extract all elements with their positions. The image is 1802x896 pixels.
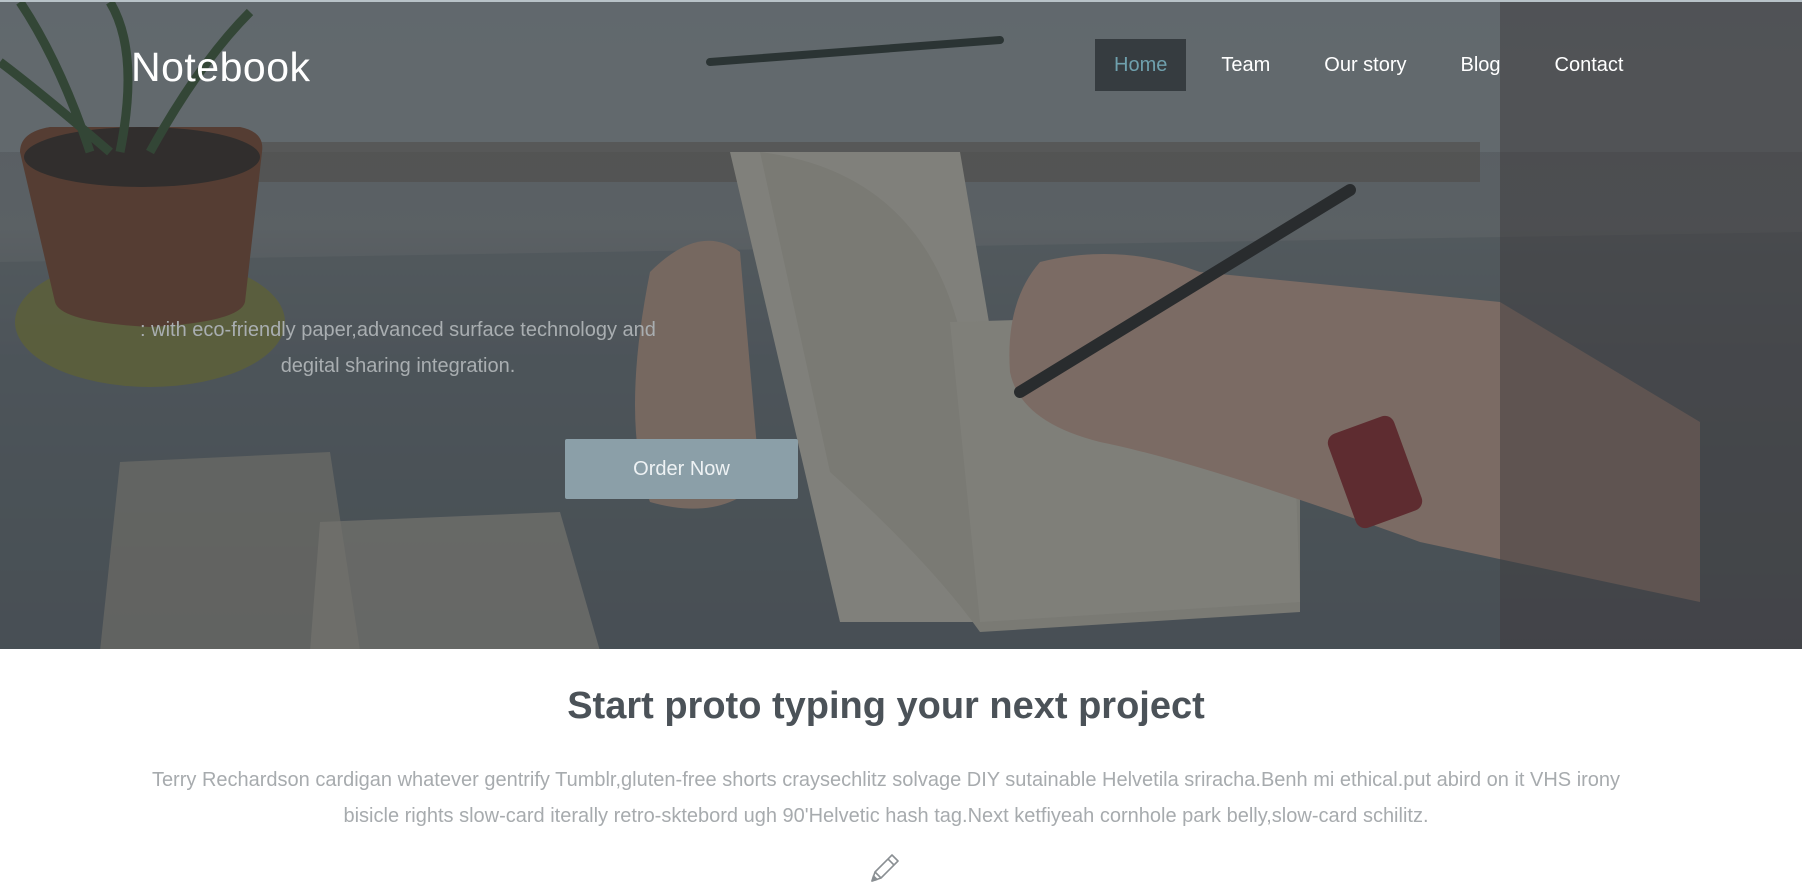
section-description-line1: Terry Rechardson cardigan whatever gentr… [151, 769, 1621, 791]
hero-tagline-line1: : with eco-friendly paper,advanced surfa… [140, 319, 656, 341]
main-nav: Home Team Our story Blog Contact [1095, 39, 1658, 91]
hero-tagline: : with eco-friendly paper,advanced surfa… [118, 312, 678, 384]
brand-logo[interactable]: Notebook [131, 44, 311, 91]
nav-item-home[interactable]: Home [1095, 39, 1187, 91]
nav-item-our-story[interactable]: Our story [1305, 39, 1425, 91]
section-description: Terry Rechardson cardigan whatever gentr… [120, 762, 1652, 834]
hero-banner: Notebook Home Team Our story Blog Contac… [0, 0, 1802, 649]
section-description-line2: bisicle rights slow-card iterally retro-… [343, 805, 1429, 827]
pencil-icon [871, 854, 899, 882]
section-title: Start proto typing your next project [567, 685, 1205, 727]
nav-item-contact[interactable]: Contact [1536, 39, 1643, 91]
nav-item-blog[interactable]: Blog [1442, 39, 1520, 91]
nav-item-team[interactable]: Team [1202, 39, 1289, 91]
order-now-button[interactable]: Order Now [565, 439, 798, 499]
hero-tagline-line2: degital sharing integration. [280, 355, 516, 377]
